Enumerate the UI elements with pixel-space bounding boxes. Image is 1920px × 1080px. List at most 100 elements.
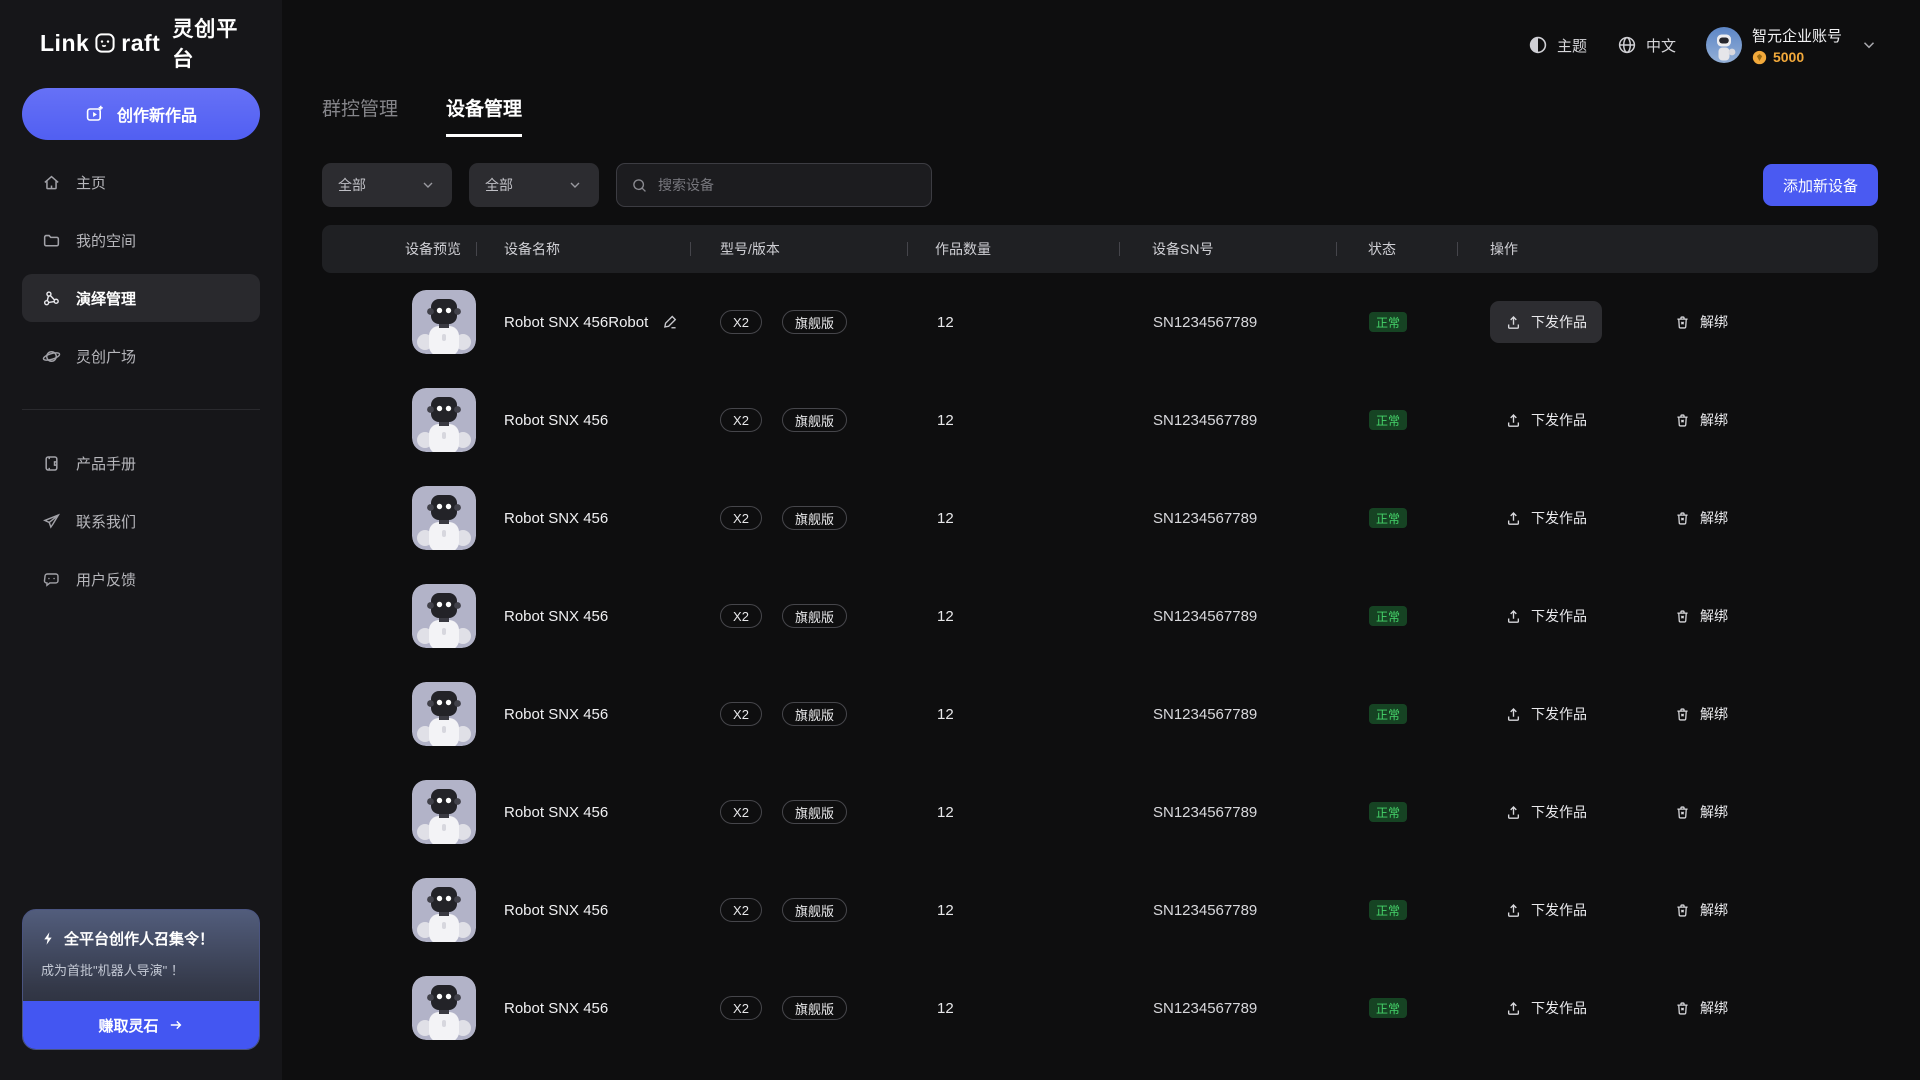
- sidebar-item-my-space[interactable]: 我的空间: [22, 216, 260, 264]
- sidebar-nav: 主页 我的空间 演绎管: [22, 158, 260, 603]
- unbind-button-label: 解绑: [1700, 900, 1728, 920]
- sidebar-item-user-feedback[interactable]: 用户反馈: [22, 555, 260, 603]
- sidebar-item-label: 我的空间: [76, 230, 136, 251]
- device-thumbnail: [412, 976, 476, 1040]
- sidebar-item-label: 联系我们: [76, 511, 136, 532]
- trash-icon: [1674, 1000, 1691, 1017]
- account-name: 智元企业账号: [1752, 25, 1842, 46]
- search-device-input[interactable]: [658, 177, 917, 193]
- model-badge: X2: [720, 800, 762, 824]
- unbind-button-label: 解绑: [1700, 802, 1728, 822]
- unbind-button[interactable]: 解绑: [1674, 889, 1728, 931]
- table-row: Robot SNX 456 X2 旗舰版 12 SN1234567789 正常: [322, 959, 1878, 1057]
- push-button-label: 下发作品: [1531, 410, 1587, 430]
- video-plus-icon: [85, 104, 105, 124]
- account-menu[interactable]: 智元企业账号 5000: [1706, 25, 1878, 65]
- device-sn: SN1234567789: [1153, 902, 1257, 919]
- unbind-button[interactable]: 解绑: [1674, 595, 1728, 637]
- chevron-down-icon: [1860, 36, 1878, 54]
- sidebar-item-product-manual[interactable]: 产品手册: [22, 439, 260, 487]
- push-works-button[interactable]: 下发作品: [1490, 889, 1602, 931]
- unbind-button[interactable]: 解绑: [1674, 791, 1728, 833]
- works-count: 12: [937, 706, 954, 723]
- unbind-button-label: 解绑: [1700, 606, 1728, 626]
- status-badge: 正常: [1369, 900, 1407, 920]
- unbind-button[interactable]: 解绑: [1674, 497, 1728, 539]
- unbind-button[interactable]: 解绑: [1674, 301, 1728, 343]
- add-device-button[interactable]: 添加新设备: [1763, 164, 1878, 206]
- push-works-button[interactable]: 下发作品: [1490, 399, 1602, 441]
- unbind-button[interactable]: 解绑: [1674, 399, 1728, 441]
- device-thumbnail: [412, 878, 476, 942]
- tab-group-control[interactable]: 群控管理: [322, 94, 398, 137]
- unbind-button[interactable]: 解绑: [1674, 987, 1728, 1029]
- model-badge: X2: [720, 702, 762, 726]
- push-works-button[interactable]: 下发作品: [1490, 497, 1602, 539]
- push-button-label: 下发作品: [1531, 998, 1587, 1018]
- column-header-model: 型号/版本: [690, 225, 907, 273]
- device-sn: SN1234567789: [1153, 1000, 1257, 1017]
- device-thumbnail: [412, 486, 476, 550]
- sidebar-item-label: 演绎管理: [76, 288, 136, 309]
- table-row: Robot SNX 456 X2 旗舰版 12 SN1234567789 正常: [322, 469, 1878, 567]
- push-works-button[interactable]: 下发作品: [1490, 987, 1602, 1029]
- upload-icon: [1505, 510, 1522, 527]
- device-thumbnail: [412, 388, 476, 452]
- logo-face-icon: [94, 32, 116, 54]
- works-count: 12: [937, 412, 954, 429]
- arrow-right-icon: [168, 1017, 184, 1033]
- chevron-down-icon: [420, 177, 436, 193]
- sidebar: Link raft 灵创平台 创作新作品: [0, 0, 282, 1080]
- language-switcher[interactable]: 中文: [1617, 35, 1676, 56]
- type-filter-dropdown[interactable]: 全部: [322, 163, 452, 207]
- brand-logo: Link raft 灵创平台: [22, 26, 260, 60]
- device-thumbnail: [412, 780, 476, 844]
- tab-device-management[interactable]: 设备管理: [446, 94, 522, 137]
- unbind-button-label: 解绑: [1700, 998, 1728, 1018]
- edit-name-icon[interactable]: [661, 313, 679, 331]
- filter-bar: 全部 全部 添加新设备: [322, 163, 1878, 207]
- topbar: 主题 中文: [322, 0, 1878, 90]
- status-badge: 正常: [1369, 606, 1407, 626]
- push-button-label: 下发作品: [1531, 312, 1587, 332]
- brand-name-part2: raft: [121, 30, 160, 57]
- status-filter-dropdown[interactable]: 全部: [469, 163, 599, 207]
- create-button-label: 创作新作品: [117, 102, 197, 126]
- trash-icon: [1674, 608, 1691, 625]
- promo-title: 全平台创作人召集令！: [64, 928, 214, 949]
- sidebar-item-label: 灵创广场: [76, 346, 136, 367]
- column-header-actions: 操作: [1457, 225, 1878, 273]
- earn-gems-button[interactable]: 赚取灵石: [23, 1001, 259, 1049]
- push-works-button[interactable]: 下发作品: [1490, 791, 1602, 833]
- trash-icon: [1674, 510, 1691, 527]
- device-thumbnail: [412, 584, 476, 648]
- push-works-button[interactable]: 下发作品: [1490, 595, 1602, 637]
- sidebar-item-plaza[interactable]: 灵创广场: [22, 332, 260, 380]
- version-badge: 旗舰版: [782, 408, 847, 432]
- lightning-icon: [41, 931, 56, 946]
- upload-icon: [1505, 608, 1522, 625]
- unbind-button[interactable]: 解绑: [1674, 693, 1728, 735]
- trash-icon: [1674, 706, 1691, 723]
- unbind-button-label: 解绑: [1700, 410, 1728, 430]
- push-button-label: 下发作品: [1531, 802, 1587, 822]
- unbind-button-label: 解绑: [1700, 508, 1728, 528]
- trash-icon: [1674, 804, 1691, 821]
- create-new-work-button[interactable]: 创作新作品: [22, 88, 260, 140]
- sidebar-item-contact-us[interactable]: 联系我们: [22, 497, 260, 545]
- sidebar-item-home[interactable]: 主页: [22, 158, 260, 206]
- column-header-works: 作品数量: [907, 225, 1119, 273]
- push-works-button[interactable]: 下发作品: [1490, 693, 1602, 735]
- version-badge: 旗舰版: [782, 800, 847, 824]
- status-badge: 正常: [1369, 704, 1407, 724]
- sidebar-item-performance-management[interactable]: 演绎管理: [22, 274, 260, 322]
- push-works-button[interactable]: 下发作品: [1490, 301, 1602, 343]
- table-row: Robot SNX 456Robot X2 旗舰版 12 SN123456778…: [322, 273, 1878, 371]
- nodes-icon: [42, 289, 61, 308]
- device-sn: SN1234567789: [1153, 608, 1257, 625]
- planet-icon: [42, 347, 61, 366]
- version-badge: 旗舰版: [782, 996, 847, 1020]
- avatar: [1706, 27, 1742, 63]
- table-row: Robot SNX 456 X2 旗舰版 12 SN1234567789 正常: [322, 861, 1878, 959]
- theme-toggle[interactable]: 主题: [1528, 35, 1587, 56]
